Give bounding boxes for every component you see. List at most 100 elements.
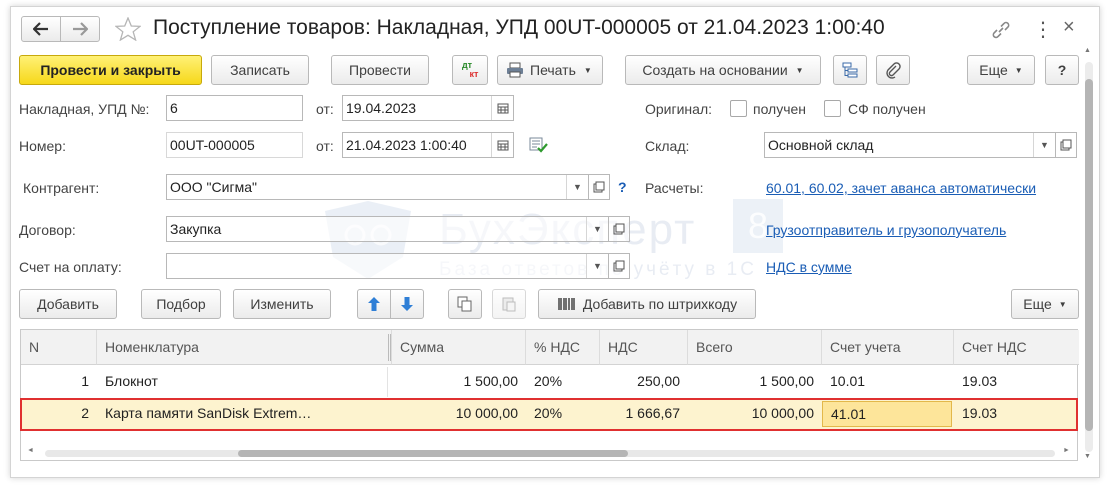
paperclip-icon [886,62,901,79]
more-actions-icon[interactable]: ⋮ [1033,17,1053,42]
row-total[interactable]: 1 500,00 [688,367,822,397]
column-header-total[interactable]: Всего [688,330,822,365]
row-number: 1 [81,373,89,389]
contract-open-button[interactable] [608,216,630,242]
scroll-down-arrow[interactable]: ▼ [1084,453,1091,460]
sf-received-label: СФ получен [848,101,926,117]
open-form-icon [1060,139,1072,151]
column-header-vat-rate[interactable]: % НДС [526,330,600,365]
attach-button[interactable] [876,55,910,85]
invoice-date-value: 19.04.2023 [346,100,417,116]
column-resize-handle[interactable] [388,334,391,361]
column-header-n[interactable]: N [21,330,97,365]
calendar-icon[interactable] [491,133,513,157]
post-button[interactable]: Провести [331,55,429,85]
more-label: Еще [979,62,1008,78]
vertical-scrollbar-thumb[interactable] [1085,79,1093,431]
select-button[interactable]: Подбор [141,289,221,319]
print-label: Печать [530,62,576,78]
hierarchy-icon [842,62,858,78]
chevron-down-icon: ▼ [1058,299,1067,309]
sf-received-checkbox[interactable] [824,100,841,117]
close-icon[interactable]: × [1063,16,1075,39]
paste-icon [502,297,516,312]
arrow-up-icon [368,297,380,311]
chevron-down-icon[interactable]: ▼ [586,217,608,241]
number-date-field[interactable]: 21.04.2023 1:00:40 [342,132,514,158]
row-item[interactable]: Блокнот [97,367,388,397]
link-icon[interactable] [991,21,1011,42]
column-header-sum[interactable]: Сумма [392,330,526,365]
arrow-right-icon [73,22,88,36]
warehouse-open-button[interactable] [1055,132,1077,158]
row-vat-rate[interactable]: 20% [526,367,600,397]
scroll-up-arrow[interactable]: ▲ [1084,47,1091,54]
table-more-button[interactable]: Еще ▼ [1011,289,1079,319]
payment-account-label: Счет на оплату: [19,259,122,275]
contract-field[interactable]: Закупка ▼ [166,216,609,242]
window-title: Поступление товаров: Накладная, УПД 00UT… [153,16,885,39]
row-account[interactable]: 10.01 [822,367,954,397]
dt-kt-button[interactable]: дт кт [452,55,488,85]
posted-status-icon [529,136,549,157]
chevron-down-icon[interactable]: ▼ [566,175,588,199]
column-header-account[interactable]: Счет учета [822,330,954,365]
move-down-button[interactable] [390,289,424,319]
payment-account-open-button[interactable] [608,253,630,279]
invoice-number-field[interactable]: 6 [166,95,303,121]
forward-button[interactable] [60,16,100,42]
help-button[interactable]: ? [1045,55,1079,85]
column-header-vat[interactable]: НДС [600,330,688,365]
number-field[interactable]: 00UT-000005 [166,132,303,158]
payment-account-field[interactable]: ▼ [166,253,609,279]
original-label: Оригинал: [645,101,712,117]
back-button[interactable] [21,16,61,42]
contract-label: Договор: [19,222,76,238]
number-date-label: от: [316,138,334,154]
chevron-down-icon[interactable]: ▼ [1033,133,1055,157]
table-row[interactable]: 1 Блокнот 1 500,00 20% 250,00 1 500,00 1… [21,367,1077,397]
post-and-close-button[interactable]: Провести и закрыть [19,55,202,85]
column-header-vat-account[interactable]: Счет НДС [954,330,1079,365]
create-based-on-label: Создать на основании [642,62,788,78]
structure-button[interactable] [833,55,867,85]
column-header-item[interactable]: Номенклатура [97,330,392,365]
save-button[interactable]: Записать [211,55,309,85]
settlements-label: Расчеты: [645,180,704,196]
original-received-checkbox[interactable] [730,100,747,117]
invoice-date-field[interactable]: 19.04.2023 [342,95,514,121]
kt-label: кт [469,69,479,79]
counterparty-open-button[interactable] [588,174,610,200]
move-up-button[interactable] [357,289,391,319]
original-received-label: получен [753,101,807,117]
chevron-down-icon[interactable]: ▼ [586,254,608,278]
warehouse-field[interactable]: Основной склад ▼ [764,132,1056,158]
vat-in-sum-link[interactable]: НДС в сумме [766,259,852,275]
table-more-label: Еще [1023,296,1052,312]
shipper-consignee-link[interactable]: Грузоотправитель и грузополучатель [766,222,1006,238]
scroll-left-arrow[interactable]: ◄ [27,447,34,454]
copy-row-button[interactable] [448,289,482,319]
highlight-frame [20,398,1078,431]
horizontal-scrollbar-thumb[interactable] [238,450,628,457]
calendar-icon[interactable] [491,96,513,120]
settlements-link[interactable]: 60.01, 60.02, зачет аванса автоматически [766,180,1036,196]
edit-button[interactable]: Изменить [233,289,331,319]
scroll-right-arrow[interactable]: ► [1063,447,1070,454]
row-vat[interactable]: 250,00 [600,367,688,397]
paste-row-button[interactable] [492,289,526,319]
barcode-icon [558,298,575,310]
invoice-number-label: Накладная, УПД №: [19,101,150,117]
more-button[interactable]: Еще ▼ [967,55,1035,85]
print-button[interactable]: Печать ▼ [497,55,603,85]
row-sum[interactable]: 1 500,00 [392,367,526,397]
add-by-barcode-button[interactable]: Добавить по штрихкоду [538,289,756,319]
counterparty-help-icon[interactable]: ? [618,179,627,195]
warehouse-value: Основной склад [768,137,874,153]
row-vat-account[interactable]: 19.03 [954,367,1077,397]
favorite-star-icon[interactable] [114,16,142,44]
counterparty-field[interactable]: ООО "Сигма" ▼ [166,174,589,200]
counterparty-label: Контрагент: [23,180,100,196]
add-row-button[interactable]: Добавить [19,289,117,319]
create-based-on-button[interactable]: Создать на основании ▼ [625,55,821,85]
